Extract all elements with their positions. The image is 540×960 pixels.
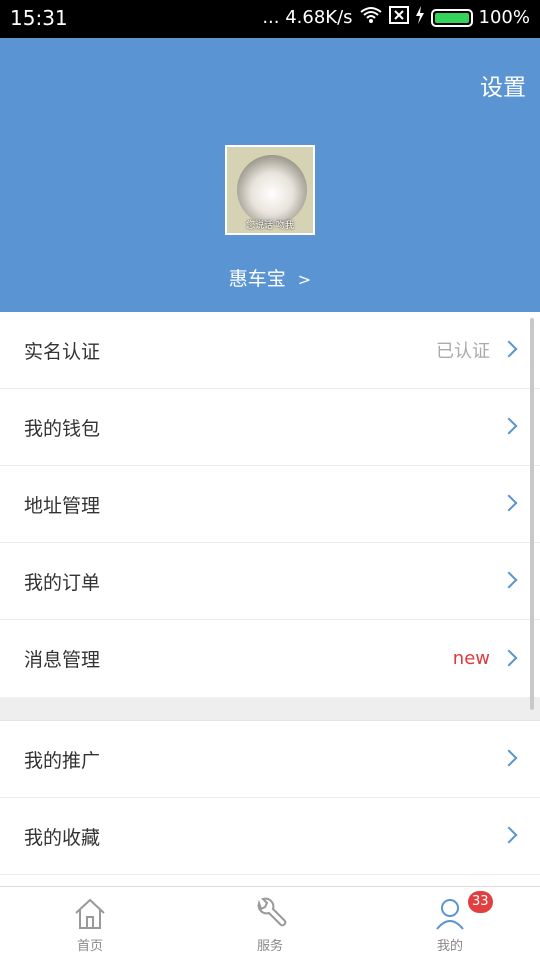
chevron-right-icon — [502, 495, 516, 513]
avatar-caption: 您说话 吻我 — [246, 221, 294, 231]
charging-icon — [415, 6, 425, 29]
wifi-icon — [359, 6, 383, 29]
tab-service[interactable]: 服务 — [180, 887, 360, 960]
menu-item-label: 我的收藏 — [24, 826, 101, 849]
chevron-right-icon: > — [297, 270, 312, 289]
menu-item-orders[interactable]: 我的订单 — [0, 543, 540, 620]
chevron-right-icon — [502, 418, 516, 436]
status-right: ... 4.68K/s 100% — [262, 6, 530, 29]
settings-button[interactable]: 设置 — [480, 68, 526, 102]
menu-item-messages[interactable]: 消息管理 new — [0, 620, 540, 697]
menu-item-favorites[interactable]: 我的收藏 — [0, 798, 540, 875]
scrollbar[interactable] — [530, 318, 534, 710]
person-icon — [436, 899, 464, 930]
menu-item-label: 地址管理 — [24, 494, 101, 517]
username: 惠车宝 — [228, 268, 286, 290]
tab-label: 我的 — [436, 939, 463, 954]
tab-mine[interactable]: 我的 33 — [360, 887, 540, 960]
menu-list: 实名认证 已认证 我的钱包 地址管理 我的订单 消息管理 new 我的推广 我的… — [0, 312, 540, 875]
home-icon — [75, 898, 105, 929]
chevron-right-icon — [502, 650, 516, 668]
network-speed: ... 4.68K/s — [262, 7, 353, 28]
tab-label: 首页 — [76, 939, 103, 954]
menu-item-promotion[interactable]: 我的推广 — [0, 721, 540, 798]
menu-item-label: 我的钱包 — [24, 417, 101, 440]
menu-item-label: 我的订单 — [24, 571, 101, 594]
notification-badge: 33 — [468, 891, 493, 913]
chevron-right-icon — [502, 341, 516, 359]
chevron-right-icon — [502, 572, 516, 590]
menu-item-label: 实名认证 — [24, 340, 101, 363]
chevron-right-icon — [502, 827, 516, 845]
status-bar: 15:31 ... 4.68K/s 100% — [0, 0, 540, 38]
bottom-tab-bar: 首页 服务 我的 33 — [0, 886, 540, 960]
section-divider — [0, 697, 540, 721]
no-sim-icon — [388, 6, 409, 29]
menu-item-real-name[interactable]: 实名认证 已认证 — [0, 312, 540, 389]
tab-home[interactable]: 首页 — [0, 887, 180, 960]
tab-label: 服务 — [256, 939, 283, 954]
wrench-icon — [257, 897, 287, 927]
avatar[interactable]: 您说话 吻我 — [225, 145, 315, 235]
avatar-image — [237, 155, 307, 225]
battery-level: 100% — [478, 7, 530, 28]
menu-item-label: 消息管理 — [24, 649, 101, 671]
chevron-right-icon — [502, 750, 516, 768]
menu-item-status: 已认证 — [436, 341, 490, 362]
username-link[interactable]: 惠车宝 > — [0, 264, 540, 291]
menu-item-wallet[interactable]: 我的钱包 — [0, 389, 540, 466]
profile-header: 设置 您说话 吻我 惠车宝 > — [0, 38, 540, 312]
menu-item-label: 我的推广 — [24, 749, 101, 772]
battery-icon — [430, 8, 473, 27]
new-badge: new — [452, 648, 490, 669]
status-time: 15:31 — [10, 6, 68, 30]
menu-item-address[interactable]: 地址管理 — [0, 466, 540, 543]
